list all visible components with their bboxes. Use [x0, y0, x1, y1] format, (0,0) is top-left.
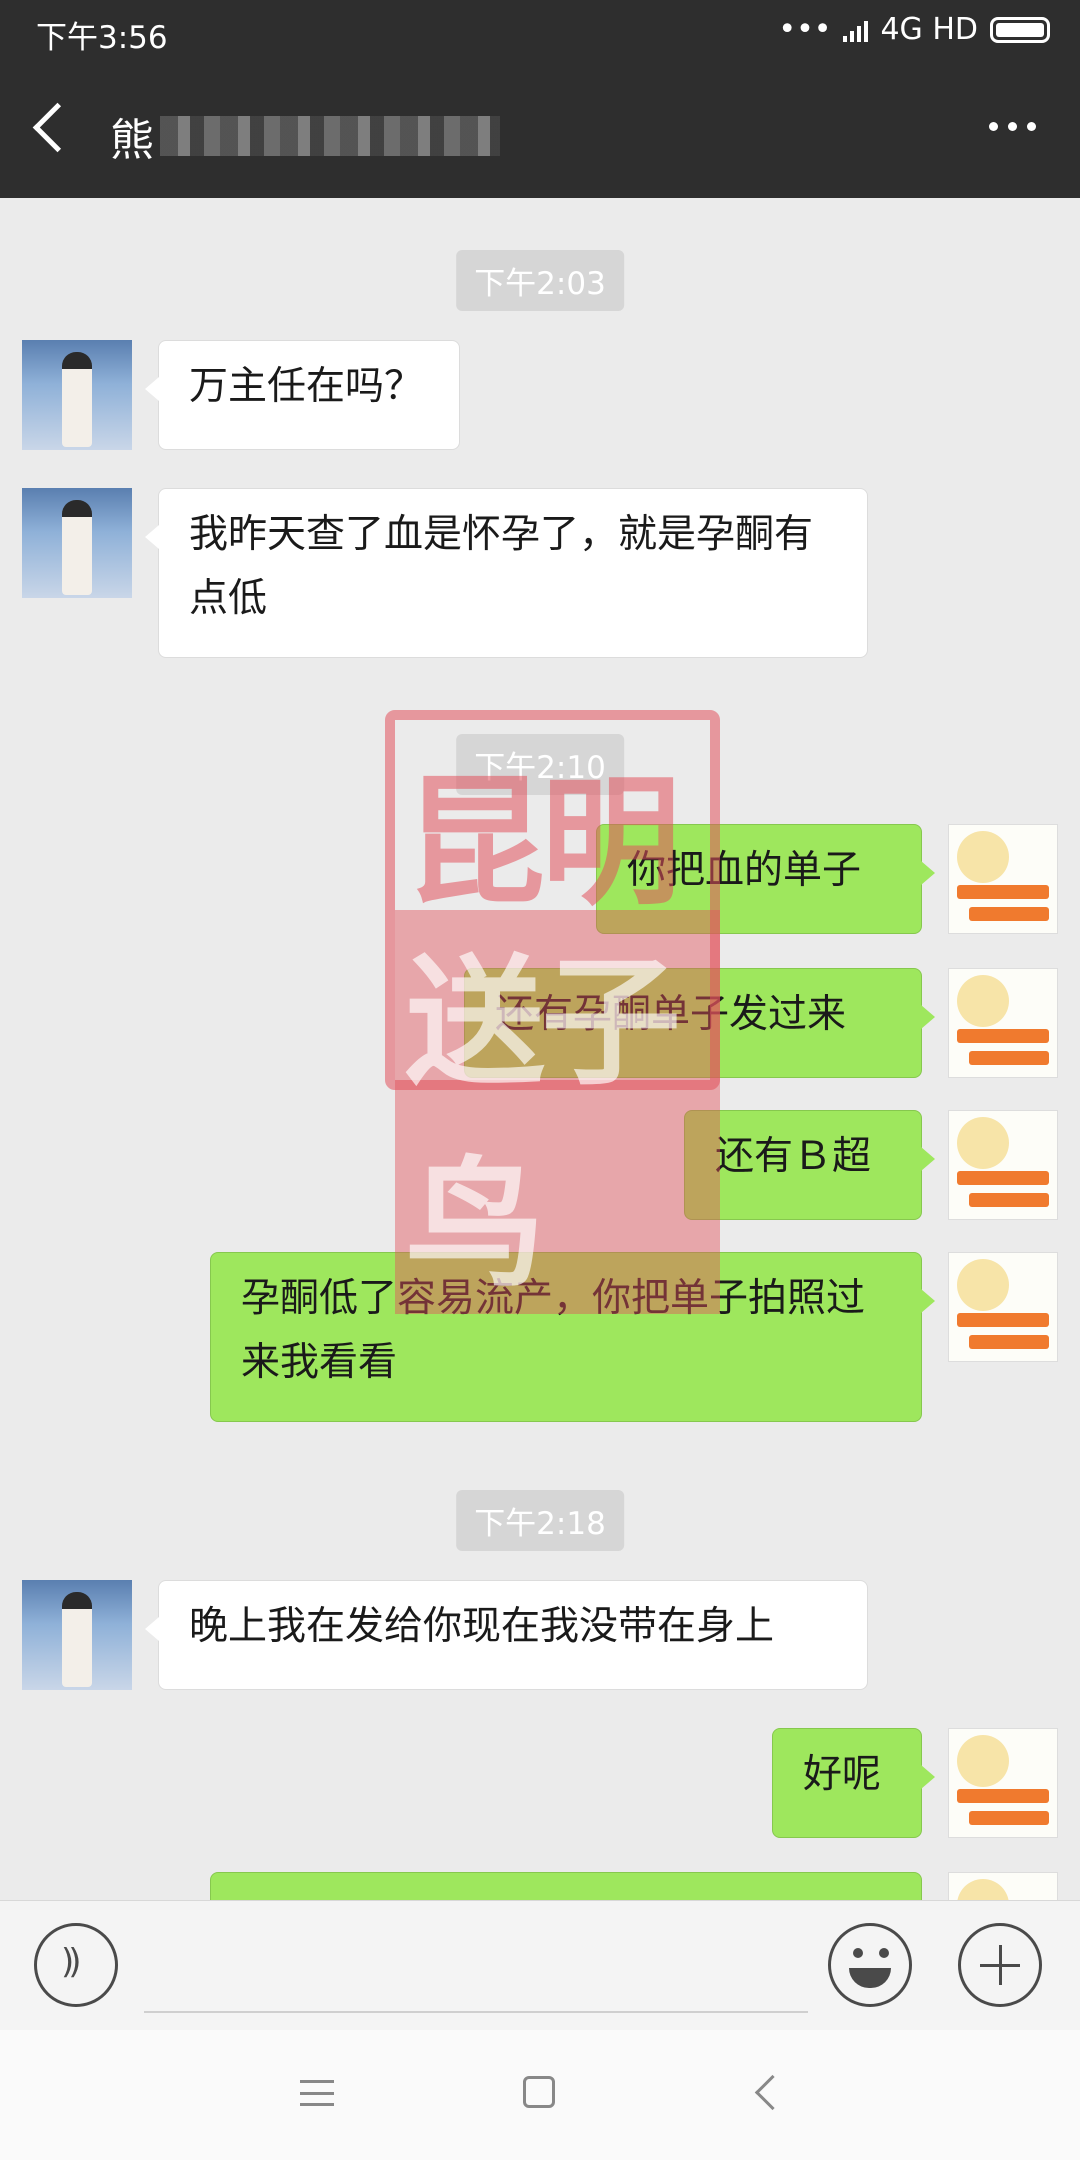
back-icon[interactable] — [754, 2074, 791, 2111]
status-time: 下午3:56 — [36, 20, 168, 56]
add-attachment-icon[interactable] — [958, 1923, 1042, 2007]
timestamp: 下午2:18 — [456, 1490, 624, 1551]
network-label: 4G HD — [880, 12, 978, 47]
system-nav-bar — [0, 2030, 1080, 2160]
timestamp: 下午2:03 — [456, 250, 624, 311]
contact-name: 熊 — [110, 115, 154, 166]
timestamp: 下午2:10 — [456, 734, 624, 795]
incoming-message[interactable]: 万主任在吗？ — [145, 340, 460, 450]
user-avatar[interactable] — [948, 824, 1058, 934]
home-icon[interactable] — [523, 2076, 555, 2108]
status-icons: ••• 4G HD — [778, 12, 1050, 47]
outgoing-message[interactable]: 孕酮低了容易流产，你把单子拍照过来我看看 — [210, 1252, 935, 1422]
outgoing-message[interactable]: 还有孕酮单子发过来 — [464, 968, 935, 1078]
user-avatar[interactable] — [948, 1110, 1058, 1220]
input-bar — [0, 1900, 1080, 2031]
emoji-icon[interactable] — [828, 1923, 912, 2007]
outgoing-message[interactable]: 还有Ｂ超 — [684, 1110, 935, 1220]
message-input[interactable] — [144, 1921, 808, 2013]
redacted-name-block — [160, 116, 500, 156]
menu-icon[interactable] — [300, 2080, 334, 2106]
user-avatar[interactable] — [948, 1872, 1058, 1900]
user-avatar[interactable] — [948, 968, 1058, 1078]
voice-input-icon[interactable] — [34, 1923, 118, 2007]
back-arrow-icon[interactable] — [32, 102, 83, 153]
outgoing-message[interactable]: 你把血的单子 — [596, 824, 935, 934]
incoming-message[interactable]: 晚上我在发给你现在我没带在身上 — [145, 1580, 868, 1690]
contact-avatar[interactable] — [22, 488, 132, 598]
message-list[interactable]: 下午2:03 万主任在吗？ 我昨天查了血是怀孕了，就是孕酮有点低 下午2:10 … — [0, 198, 1080, 1900]
contact-avatar[interactable] — [22, 340, 132, 450]
battery-icon — [990, 16, 1050, 43]
more-options-icon[interactable] — [989, 122, 1036, 131]
chat-title: 熊 — [110, 104, 500, 168]
user-avatar[interactable] — [948, 1728, 1058, 1838]
incoming-message[interactable]: 我昨天查了血是怀孕了，就是孕酮有点低 — [145, 488, 868, 658]
outgoing-message[interactable]: 好呢 — [772, 1728, 935, 1838]
more-notifications-icon: ••• — [778, 12, 832, 47]
signal-icon — [843, 18, 869, 42]
contact-avatar[interactable] — [22, 1580, 132, 1690]
user-avatar[interactable] — [948, 1252, 1058, 1362]
chat-header: 熊 — [0, 66, 1080, 198]
outgoing-message-partial[interactable] — [210, 1872, 922, 1900]
status-bar: 下午3:56 ••• 4G HD — [0, 0, 1080, 66]
